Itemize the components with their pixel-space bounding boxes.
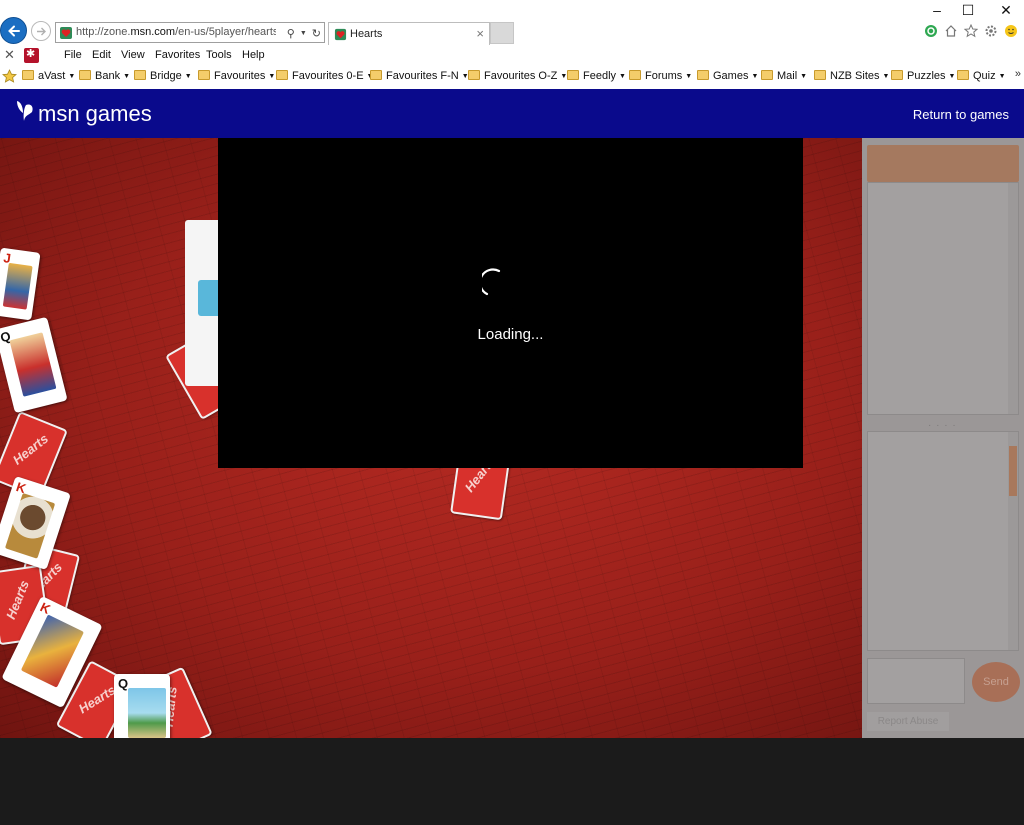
favorites-star-icon[interactable]: [963, 23, 979, 38]
back-arrow-icon: [8, 25, 20, 37]
playing-card[interactable]: Q: [0, 316, 68, 414]
chat-sidebar: · · · · Send Report Abuse: [862, 138, 1024, 738]
chat-log-scrollbar[interactable]: [1008, 432, 1018, 650]
player-list[interactable]: [867, 182, 1019, 415]
fav-folder-nzb-sites[interactable]: NZB Sites ▼: [814, 70, 889, 82]
bottom-bar: [0, 738, 1024, 825]
loading-spinner-icon: [482, 268, 501, 296]
close-toolbar-icon[interactable]: ✕: [4, 47, 15, 63]
favorites-more-chevron-icon[interactable]: »: [1015, 68, 1021, 80]
url-text: http://zone.msn.com/en-us/5player/hearts…: [76, 26, 276, 38]
forward-arrow-icon: [37, 27, 46, 36]
fav-folder-favourites-0-e[interactable]: Favourites 0-E▼: [276, 70, 373, 82]
card-face-art: [2, 262, 33, 310]
hearts-tab-favicon-icon: [334, 28, 347, 41]
sync-icon[interactable]: [924, 24, 938, 38]
home-icon[interactable]: [944, 24, 958, 38]
send-button[interactable]: Send: [972, 662, 1020, 702]
refresh-icon[interactable]: ↻: [312, 27, 321, 40]
msn-logo-text: msn games: [38, 101, 152, 126]
folder-icon: [891, 70, 903, 80]
tab-title: Hearts: [350, 28, 383, 40]
folder-icon: [79, 70, 91, 80]
back-button[interactable]: [0, 17, 27, 44]
fav-folder-favourites-f-n[interactable]: Favourites F-N ▼: [370, 70, 469, 82]
minimize-button[interactable]: –: [922, 2, 952, 18]
fav-folder-feedly[interactable]: Feedly ▼: [567, 70, 626, 82]
folder-icon: [567, 70, 579, 80]
fav-folder-favourites-o-z[interactable]: Favourites O-Z ▼: [468, 70, 567, 82]
fav-folder-quiz[interactable]: Quiz ▼: [957, 70, 1006, 82]
addon-logo-icon[interactable]: [24, 47, 39, 63]
menu-bar: ✕ File Edit View Favorites Tools Help: [0, 45, 1024, 66]
settings-gear-icon[interactable]: [984, 24, 998, 38]
loading-text: Loading...: [477, 326, 544, 343]
chat-input[interactable]: [867, 658, 965, 704]
game-table[interactable]: Hearts Hearts Hearts Hearts Hearts Heart…: [0, 138, 862, 738]
report-abuse-button[interactable]: Report Abuse: [867, 712, 949, 731]
msn-games-header: msn games Return to games: [0, 89, 1024, 138]
fav-folder-games[interactable]: Games ▼: [697, 70, 758, 82]
folder-icon: [697, 70, 709, 80]
fav-folder-bridge[interactable]: Bridge ▼: [134, 70, 192, 82]
playing-card[interactable]: Q: [114, 674, 170, 738]
menu-tools[interactable]: Tools: [206, 49, 232, 61]
favorites-bar: aVast ▼ Bank ▼ Bridge ▼ Favourites ▼ Favouri…: [0, 66, 1024, 88]
fav-folder-mail[interactable]: Mail ▼: [761, 70, 807, 82]
card-face-art: [9, 332, 57, 397]
folder-icon: [22, 70, 34, 80]
tab-close-icon[interactable]: ×: [476, 26, 484, 41]
forward-button[interactable]: [31, 21, 51, 41]
player-list-scrollbar[interactable]: [1008, 183, 1018, 414]
folder-icon: [468, 70, 480, 80]
card-face-art: [4, 493, 56, 559]
fav-folder-avast[interactable]: aVast ▼: [22, 70, 75, 82]
search-icon[interactable]: ⚲: [287, 27, 295, 40]
folder-icon: [629, 70, 641, 80]
fav-folder-favourites[interactable]: Favourites ▼: [198, 70, 275, 82]
chat-log[interactable]: [867, 431, 1019, 651]
chat-scroll-thumb[interactable]: [1009, 446, 1017, 496]
return-to-games-link[interactable]: Return to games: [913, 107, 1009, 122]
msn-butterfly-icon: [17, 101, 33, 121]
menu-edit[interactable]: Edit: [92, 49, 111, 61]
browser-chrome: http://zone.msn.com/en-us/5player/hearts…: [0, 0, 1024, 89]
maximize-button[interactable]: ☐: [953, 2, 983, 19]
favorites-bar-star-icon[interactable]: [2, 69, 17, 84]
menu-favorites[interactable]: Favorites: [155, 49, 200, 61]
folder-icon: [276, 70, 288, 80]
folder-icon: [134, 70, 146, 80]
folder-icon: [814, 70, 826, 80]
folder-icon: [370, 70, 382, 80]
folder-icon: [198, 70, 210, 80]
folder-icon: [761, 70, 773, 80]
menu-help[interactable]: Help: [242, 49, 265, 61]
card-face-art: [20, 614, 85, 688]
fav-folder-forums[interactable]: Forums ▼: [629, 70, 692, 82]
address-bar[interactable]: http://zone.msn.com/en-us/5player/hearts…: [55, 22, 325, 43]
close-window-button[interactable]: ✕: [991, 2, 1021, 19]
title-bar: http://zone.msn.com/en-us/5player/hearts…: [0, 0, 1024, 45]
tab-hearts[interactable]: Hearts ×: [328, 22, 490, 45]
dropdown-icon[interactable]: ▼: [300, 30, 307, 37]
menu-view[interactable]: View: [121, 49, 145, 61]
playing-card[interactable]: J: [0, 247, 41, 321]
smiley-icon[interactable]: [1004, 24, 1018, 38]
resize-grip-icon[interactable]: · · · ·: [928, 420, 957, 431]
new-tab-button[interactable]: [490, 22, 514, 44]
folder-icon: [957, 70, 969, 80]
menu-file[interactable]: File: [64, 49, 82, 61]
loading-overlay: Loading...: [218, 138, 803, 468]
card-face-art: [128, 688, 166, 738]
chat-header: [867, 145, 1019, 182]
fav-folder-puzzles[interactable]: Puzzles ▼: [891, 70, 955, 82]
fav-folder-bank[interactable]: Bank ▼: [79, 70, 130, 82]
hearts-favicon-icon: [60, 27, 72, 39]
